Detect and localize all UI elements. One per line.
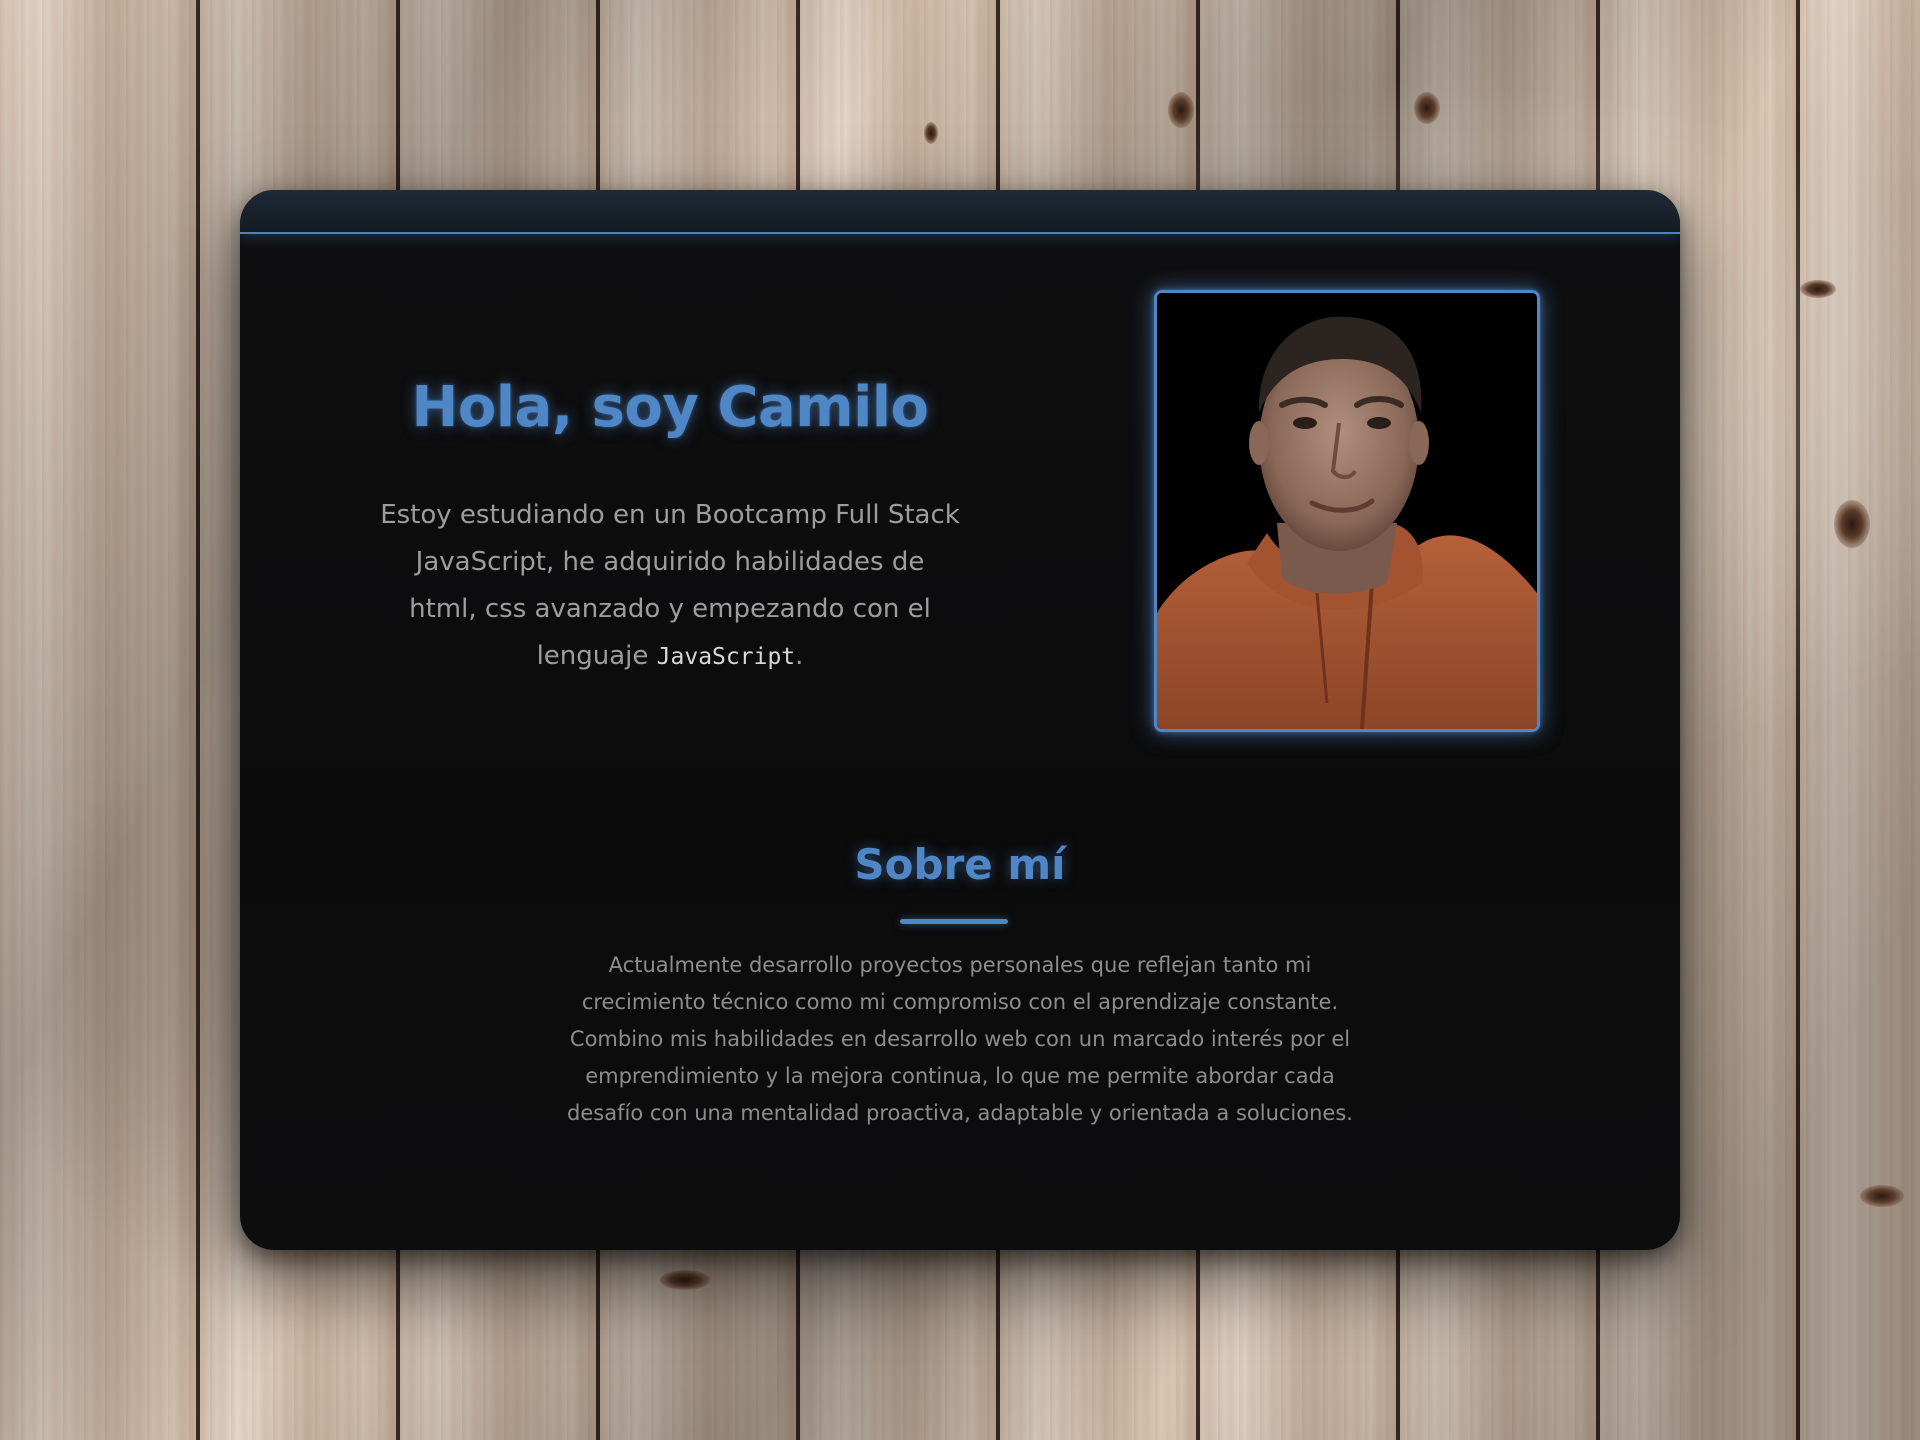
profile-photo <box>1154 290 1540 732</box>
card-top-bar <box>240 190 1680 234</box>
about-description: Actualmente desarrollo proyectos persona… <box>567 953 1353 1125</box>
wood-knot <box>1168 92 1194 128</box>
profile-photo-image <box>1157 293 1537 729</box>
wood-knot <box>1860 1185 1904 1207</box>
hero-description: Estoy estudiando en un Bootcamp Full Sta… <box>380 492 960 681</box>
wood-knot <box>1834 500 1870 548</box>
about-title: Sobre mí <box>854 840 1066 889</box>
wood-knot <box>1800 280 1836 298</box>
hero-title: Hola, soy Camilo <box>411 375 930 440</box>
about-title-underline <box>900 919 1008 924</box>
wood-knot <box>1414 92 1440 124</box>
wood-knot <box>924 122 938 144</box>
wood-knot <box>660 1270 710 1290</box>
profile-card: Hola, soy Camilo Estoy estudiando en un … <box>240 190 1680 1250</box>
hero-code-javascript: JavaScript <box>656 644 796 670</box>
hero-description-end: . <box>795 641 804 671</box>
